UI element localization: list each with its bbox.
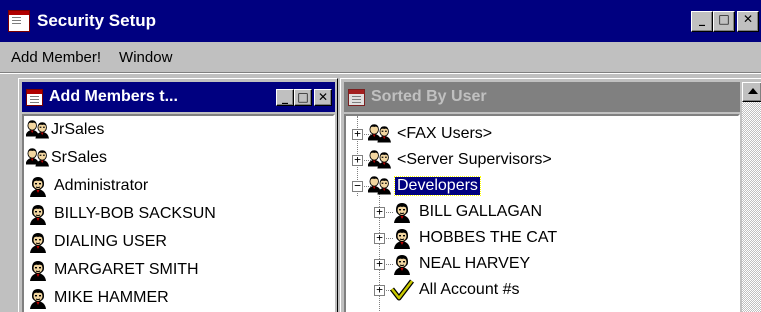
user-icon (390, 252, 414, 276)
list-item[interactable]: BILLY-BOB SACKSUN (26, 200, 216, 228)
group-icon (368, 122, 392, 146)
user-icon (26, 202, 50, 226)
user-icon (26, 286, 50, 310)
add-members-window: Add Members t... _ □ ✕ JrSales SrSales A… (18, 78, 338, 312)
tree-node[interactable]: All Account #s (390, 277, 522, 303)
tree-expander[interactable]: + (374, 284, 385, 296)
tree-node[interactable]: NEAL HARVEY (390, 251, 532, 277)
menu-add-member[interactable]: Add Member! (11, 49, 101, 66)
tree-expander[interactable]: + (374, 206, 385, 218)
sorted-by-user-window: Sorted By User + + − + + + + <FAX Users>… (340, 78, 761, 312)
tree-node-label: <Server Supervisors> (397, 151, 552, 168)
main-minimize-button[interactable]: _ (691, 10, 713, 32)
mdi-separator (0, 72, 761, 74)
add-members-title: Add Members t... (49, 88, 178, 105)
app-icon[interactable] (8, 10, 30, 32)
list-item[interactable]: Administrator (26, 172, 148, 200)
vertical-scrollbar[interactable] (742, 82, 761, 312)
tree-expander[interactable]: + (352, 128, 363, 140)
main-title-bar: Security Setup _ □ ✕ (0, 0, 761, 42)
scroll-up-button[interactable] (742, 82, 761, 102)
main-maximize-button[interactable]: □ (713, 10, 735, 32)
list-item[interactable]: SrSales (26, 144, 107, 172)
add-members-close-button[interactable]: ✕ (314, 88, 332, 106)
list-item-label: JrSales (51, 121, 105, 138)
list-item-label: MIKE HAMMER (54, 289, 169, 306)
add-members-window-icon[interactable] (26, 88, 43, 106)
sorted-by-user-tree[interactable]: + + − + + + + <FAX Users> <Server Superv… (344, 114, 740, 312)
tree-expander[interactable]: + (374, 258, 385, 270)
tree-node[interactable]: Developers (368, 173, 481, 199)
list-item-label: DIALING USER (54, 233, 167, 250)
tree-node[interactable]: HOBBES THE CAT (390, 225, 559, 251)
user-icon (26, 258, 50, 282)
list-item[interactable]: MIKE HAMMER (26, 284, 169, 312)
menu-bar: Add Member! Window (0, 42, 761, 72)
list-item[interactable]: JrSales (26, 116, 104, 144)
tree-node-label: Developers (394, 176, 481, 196)
user-icon (390, 226, 414, 250)
tree-node-label: All Account #s (419, 281, 520, 298)
tree-node-label: BILL GALLAGAN (419, 203, 543, 220)
tree-expander[interactable]: − (352, 180, 363, 192)
menu-window[interactable]: Window (119, 49, 172, 66)
group-icon (368, 148, 392, 172)
tree-node-label: NEAL HARVEY (419, 255, 531, 272)
group-icon (26, 146, 50, 170)
checkmark-icon (390, 278, 414, 302)
main-close-button[interactable]: ✕ (737, 10, 759, 32)
tree-node[interactable]: <FAX Users> (368, 121, 494, 147)
tree-node[interactable]: BILL GALLAGAN (390, 199, 544, 225)
user-icon (26, 174, 50, 198)
list-item-label: SrSales (51, 149, 108, 166)
user-icon (390, 200, 414, 224)
tree-expander[interactable]: + (352, 154, 363, 166)
main-window-title: Security Setup (37, 11, 157, 30)
list-item[interactable]: DIALING USER (26, 228, 167, 256)
add-members-list[interactable]: JrSales SrSales Administrator BILLY-BOB … (22, 114, 335, 312)
sorted-by-user-title: Sorted By User (371, 88, 487, 105)
list-item-label: MARGARET SMITH (54, 261, 199, 278)
tree-node[interactable]: <Server Supervisors> (368, 147, 554, 173)
add-members-minimize-button[interactable]: _ (276, 88, 294, 106)
add-members-title-bar: Add Members t... _ □ ✕ (22, 82, 335, 112)
list-item-label: Administrator (54, 177, 149, 194)
add-members-maximize-button[interactable]: □ (294, 88, 312, 106)
tree-node-label: HOBBES THE CAT (419, 229, 558, 246)
sorted-by-user-title-bar: Sorted By User (344, 82, 740, 112)
up-arrow-icon (748, 88, 758, 94)
tree-node-label: <FAX Users> (397, 125, 493, 142)
list-item[interactable]: MARGARET SMITH (26, 256, 199, 284)
sorted-by-user-window-icon[interactable] (348, 88, 365, 106)
group-icon (26, 118, 50, 142)
group-icon (368, 174, 392, 198)
list-item-label: BILLY-BOB SACKSUN (54, 205, 216, 222)
tree-expander[interactable]: + (374, 232, 385, 244)
user-icon (26, 230, 50, 254)
